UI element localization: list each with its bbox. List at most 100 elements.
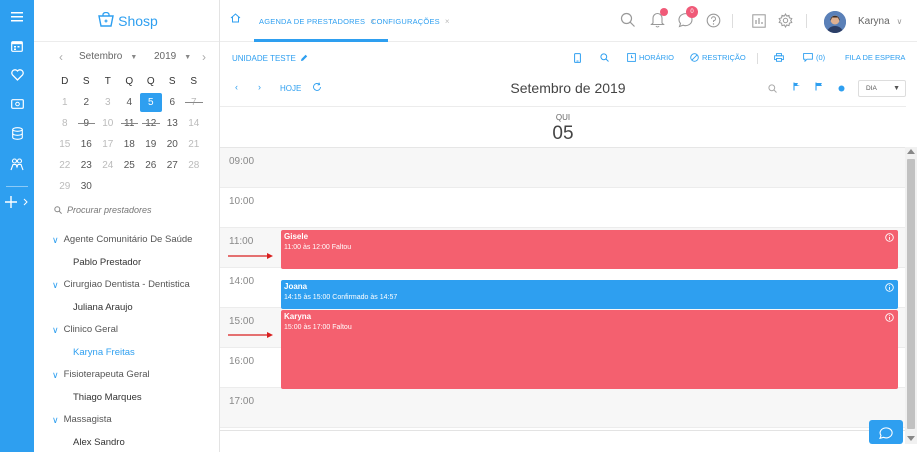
prev-day-icon[interactable]: ‹ <box>235 82 238 92</box>
people-icon[interactable] <box>0 151 34 177</box>
calendar-day[interactable]: 4 <box>119 93 141 112</box>
gear-icon[interactable] <box>778 13 793 28</box>
header-divider <box>732 14 733 28</box>
calendar-day-blocked[interactable]: 7 <box>183 93 205 112</box>
print-icon[interactable] <box>774 53 787 62</box>
provider-group[interactable]: ∨ Agente Comunitário De Saúde <box>34 229 219 251</box>
calendar-day[interactable]: 15 <box>54 135 76 154</box>
calendar-day[interactable]: 23 <box>76 156 98 175</box>
calendar-day[interactable]: 1 <box>54 93 76 112</box>
heart-icon[interactable] <box>0 62 34 88</box>
calendar-day[interactable]: 29 <box>54 177 76 196</box>
provider-group-label: Clinico Geral <box>63 324 118 335</box>
scroll-up-icon[interactable] <box>907 149 915 154</box>
provider-item-active[interactable]: Karyna Freitas <box>34 341 219 364</box>
chat-button[interactable] <box>869 420 903 444</box>
tab-label: CONFIGURAÇÕES <box>371 16 440 26</box>
refresh-icon[interactable] <box>312 82 322 92</box>
year-select[interactable]: 2019 ▼ <box>154 51 191 62</box>
tab-configuracoes[interactable]: CONFIGURAÇÕES × <box>371 0 450 42</box>
calendar-day[interactable]: 28 <box>183 156 205 175</box>
appointment-card[interactable]: Karyna 15:00 às 17:00 Faltou <box>281 310 898 389</box>
calendar-day[interactable]: 22 <box>54 156 76 175</box>
username[interactable]: Karyna ∨ <box>858 16 902 27</box>
calendar-day[interactable]: 25 <box>119 156 141 175</box>
report-icon[interactable] <box>752 14 766 28</box>
calendar-day[interactable]: 10 <box>97 114 119 133</box>
calendar-day[interactable]: 8 <box>54 114 76 133</box>
calendar-icon[interactable] <box>0 33 34 59</box>
appointment-card[interactable]: Joana 14:15 às 15:00 Confirmado às 14:57 <box>281 280 898 309</box>
waitlist-button[interactable]: FILA DE ESPERA <box>845 53 905 62</box>
restriction-button[interactable]: RESTRIÇÃO <box>690 53 746 62</box>
help-icon[interactable] <box>706 13 721 28</box>
calendar-day[interactable]: 2 <box>76 93 98 112</box>
cash-icon[interactable] <box>0 91 34 117</box>
brand-logo[interactable]: Shosp <box>34 0 219 42</box>
calendar-day[interactable]: 30 <box>76 177 98 196</box>
provider-search[interactable]: Procurar prestadores <box>54 205 214 215</box>
info-icon[interactable] <box>885 313 894 322</box>
provider-item[interactable]: Pablo Prestador <box>34 251 219 274</box>
provider-group[interactable]: ∨ Cirurgiao Dentista - Dentistica <box>34 274 219 296</box>
time-slot[interactable]: 10:00 <box>220 188 905 228</box>
next-day-icon[interactable]: › <box>258 82 261 92</box>
search-icon[interactable] <box>768 84 777 93</box>
prev-month-icon[interactable]: ‹ <box>59 50 63 64</box>
month-select[interactable]: Setembro ▼ <box>79 51 137 62</box>
provider-group[interactable]: ∨ Fisioterapeuta Geral <box>34 364 219 386</box>
time-slot[interactable]: 09:00 <box>220 148 905 188</box>
status-dot-icon[interactable] <box>838 85 845 92</box>
flag-end-icon[interactable] <box>815 82 823 91</box>
calendar-day[interactable]: 24 <box>97 156 119 175</box>
avatar[interactable] <box>824 11 846 33</box>
calendar-day[interactable]: 27 <box>162 156 184 175</box>
calendar-day-selected[interactable]: 5 <box>140 93 162 112</box>
messages-count-button[interactable]: (0) <box>803 53 825 62</box>
tab-agenda-prestadores[interactable]: AGENDA DE PRESTADORES × <box>259 0 375 42</box>
calendar-day-blocked[interactable]: 9 <box>76 114 98 133</box>
scroll-down-icon[interactable] <box>907 436 915 441</box>
calendar-day-blocked[interactable]: 12 <box>140 114 162 133</box>
time-label: 17:00 <box>229 396 255 407</box>
calendar-day[interactable]: 13 <box>162 114 184 133</box>
close-icon[interactable]: × <box>445 17 450 26</box>
add-icon[interactable] <box>0 189 34 215</box>
info-icon[interactable] <box>885 283 894 292</box>
calendar-day[interactable]: 21 <box>183 135 205 154</box>
calendar-day[interactable]: 3 <box>97 93 119 112</box>
provider-item[interactable]: Juliana Araujo <box>34 296 219 319</box>
menu-icon[interactable] <box>0 4 34 30</box>
today-button[interactable]: HOJE <box>280 84 301 93</box>
provider-group-label: Massagista <box>63 414 112 425</box>
scrollbar-thumb[interactable] <box>907 159 915 429</box>
calendar-day-blocked[interactable]: 11 <box>119 114 141 133</box>
appointment-card[interactable]: Gisele 11:00 às 12:00 Faltou <box>281 230 898 269</box>
calendar-day[interactable]: 16 <box>76 135 98 154</box>
calendar-day[interactable]: 18 <box>119 135 141 154</box>
info-icon[interactable] <box>885 233 894 242</box>
search-icon[interactable] <box>600 53 612 62</box>
calendar-day[interactable]: 17 <box>97 135 119 154</box>
provider-group[interactable]: ∨ Clinico Geral <box>34 319 219 341</box>
search-icon[interactable] <box>620 12 636 28</box>
calendar-day[interactable]: 26 <box>140 156 162 175</box>
vertical-scrollbar[interactable] <box>905 147 917 444</box>
calendar-day[interactable]: 20 <box>162 135 184 154</box>
database-icon[interactable] <box>0 120 34 146</box>
provider-item[interactable]: Alex Sandro <box>34 431 219 452</box>
calendar-day[interactable]: 19 <box>140 135 162 154</box>
calendar-day[interactable]: 6 <box>162 93 184 112</box>
mobile-icon[interactable] <box>574 53 584 63</box>
view-select[interactable]: DIA ▼ <box>858 80 906 97</box>
shosp-logo-icon <box>98 11 114 27</box>
next-month-icon[interactable]: › <box>202 50 206 64</box>
home-icon[interactable] <box>230 13 241 23</box>
unit-selector[interactable]: UNIDADE TESTE <box>232 54 308 63</box>
calendar-day[interactable]: 14 <box>183 114 205 133</box>
provider-group[interactable]: ∨ Massagista <box>34 409 219 431</box>
schedule-hours-button[interactable]: HORÁRIO <box>627 53 674 62</box>
provider-item[interactable]: Thiago Marques <box>34 386 219 409</box>
time-slot[interactable]: 17:00 <box>220 388 905 428</box>
flag-start-icon[interactable] <box>793 82 801 91</box>
